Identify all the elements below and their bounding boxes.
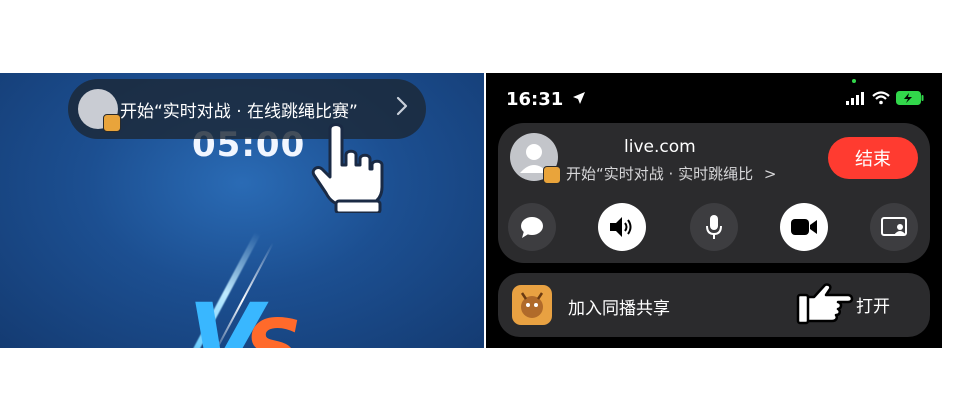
app-badge-icon	[543, 166, 561, 184]
avatar	[78, 89, 121, 132]
pointing-hand-icon	[311, 123, 384, 213]
screen-share-icon	[881, 217, 907, 236]
chevron-right-icon: >	[763, 165, 777, 183]
app-badge-icon	[103, 114, 121, 132]
shareplay-label: 加入同播共享	[568, 299, 670, 319]
left-game-panel: 05:00 V S 开始“实时对战 · 在线跳绳比赛”	[0, 73, 484, 348]
shareplay-row[interactable]: 加入同播共享 打开	[498, 273, 930, 337]
app-icon	[512, 285, 552, 325]
speaker-button[interactable]	[598, 203, 646, 251]
vs-letter-s: S	[244, 303, 302, 348]
cellular-signal-icon	[846, 91, 864, 105]
call-card: live.com 开始“实时对战 · 实时跳绳比 > 结束	[498, 123, 930, 263]
status-indicators	[846, 91, 924, 105]
location-arrow-icon	[572, 92, 585, 104]
microphone-icon	[706, 215, 722, 239]
message-button[interactable]	[508, 203, 556, 251]
speaker-icon	[610, 217, 632, 237]
message-icon	[521, 217, 543, 238]
video-button[interactable]	[780, 203, 828, 251]
end-call-button[interactable]: 结束	[828, 137, 918, 179]
open-button[interactable]: 打开	[856, 292, 890, 317]
call-subtitle-text: 开始“实时对战 · 实时跳绳比	[566, 165, 754, 183]
call-title: live.com	[624, 137, 696, 157]
caller-avatar	[510, 133, 561, 184]
video-camera-icon	[791, 219, 817, 235]
screen-share-button[interactable]	[870, 203, 918, 251]
right-facetime-panel: 16:31 live.com 开始“实时对战 · 实时跳绳比 > 结束 加入同播…	[486, 73, 942, 348]
status-time: 16:31	[506, 89, 586, 110]
status-time-text: 16:31	[506, 89, 564, 110]
camera-indicator-dot	[852, 79, 856, 83]
call-subtitle[interactable]: 开始“实时对战 · 实时跳绳比 >	[566, 163, 776, 184]
pointing-hand-icon	[796, 283, 854, 325]
wifi-icon	[872, 91, 890, 105]
battery-charging-icon	[896, 91, 924, 105]
microphone-button[interactable]	[690, 203, 738, 251]
chevron-right-icon[interactable]	[396, 96, 408, 122]
banner-text: 开始“实时对战 · 在线跳绳比赛”	[120, 101, 358, 122]
